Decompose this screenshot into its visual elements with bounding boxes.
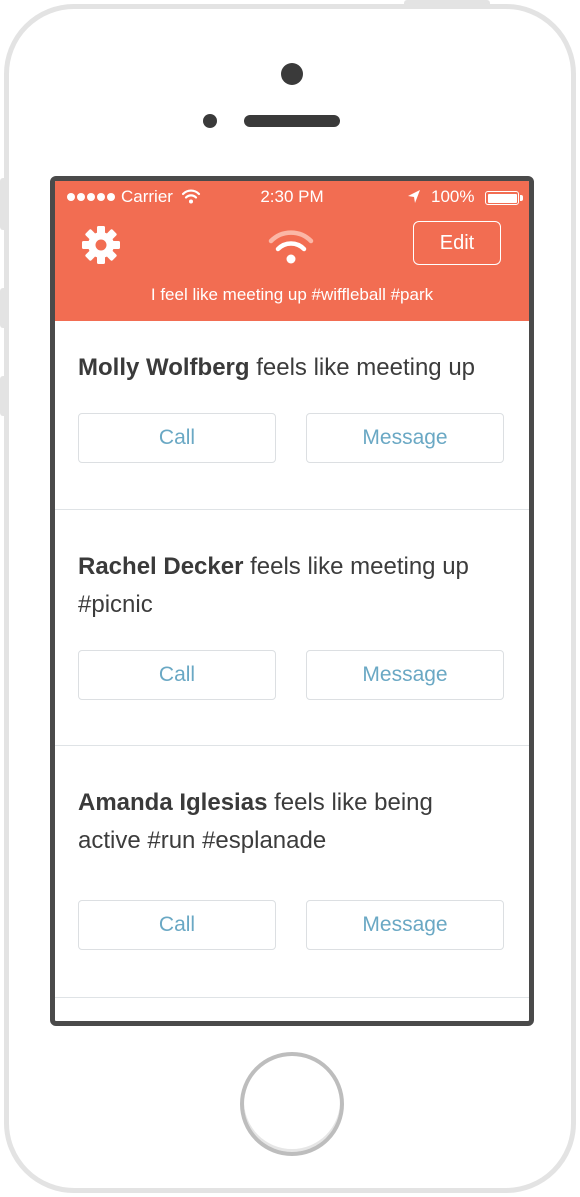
feed-card-text: Rachel Decker feels like meeting up #pic… xyxy=(78,548,518,624)
power-button xyxy=(404,0,490,7)
front-camera xyxy=(281,63,303,85)
feed-status: feels like meeting up xyxy=(243,553,469,580)
feed-card-text: Molly Wolfberg feels like meeting up xyxy=(78,349,518,387)
feed-tags: active #run #esplanade xyxy=(78,827,327,854)
feed-card: Amanda Iglesias feels like being active … xyxy=(55,746,529,998)
battery-percent: 100% xyxy=(431,187,475,206)
message-button[interactable]: Message xyxy=(306,413,504,463)
feed-status: feels like meeting up xyxy=(249,354,476,381)
volume-up-button xyxy=(0,288,7,328)
call-button[interactable]: Call xyxy=(78,413,276,463)
app-header: Carrier 2:30 PM 100% Edit I feel like me… xyxy=(55,181,529,321)
volume-down-button xyxy=(0,376,7,416)
gear-icon[interactable] xyxy=(81,225,121,265)
battery-full-icon xyxy=(485,191,523,205)
feed-card-text: Amanda Iglesias feels like being active … xyxy=(78,784,518,860)
my-status-text[interactable]: I feel like meeting up #wiffleball #park xyxy=(55,285,529,305)
message-button[interactable]: Message xyxy=(306,900,504,950)
feed-card: Rachel Decker feels like meeting up #pic… xyxy=(55,510,529,746)
proximity-sensor xyxy=(203,114,217,128)
home-button[interactable] xyxy=(240,1052,344,1156)
feed-status: feels like being xyxy=(267,789,433,816)
message-button[interactable]: Message xyxy=(306,650,504,700)
status-bar: Carrier 2:30 PM 100% xyxy=(55,187,529,211)
earpiece-speaker xyxy=(244,115,340,127)
call-button[interactable]: Call xyxy=(78,900,276,950)
friends-feed: Molly Wolfberg feels like meeting up Cal… xyxy=(55,321,529,998)
call-button[interactable]: Call xyxy=(78,650,276,700)
phone-screen: Carrier 2:30 PM 100% Edit I feel like me… xyxy=(50,176,534,1026)
friend-name: Amanda Iglesias xyxy=(78,789,268,816)
friend-name: Rachel Decker xyxy=(78,553,244,580)
mute-switch xyxy=(0,178,7,230)
feed-card: Molly Wolfberg feels like meeting up Cal… xyxy=(55,321,529,510)
wifi-broadcast-icon xyxy=(268,230,314,264)
feed-tags: #picnic xyxy=(78,591,153,618)
location-arrow-icon xyxy=(408,190,420,203)
edit-button[interactable]: Edit xyxy=(413,221,501,265)
friend-name: Molly Wolfberg xyxy=(78,354,250,381)
